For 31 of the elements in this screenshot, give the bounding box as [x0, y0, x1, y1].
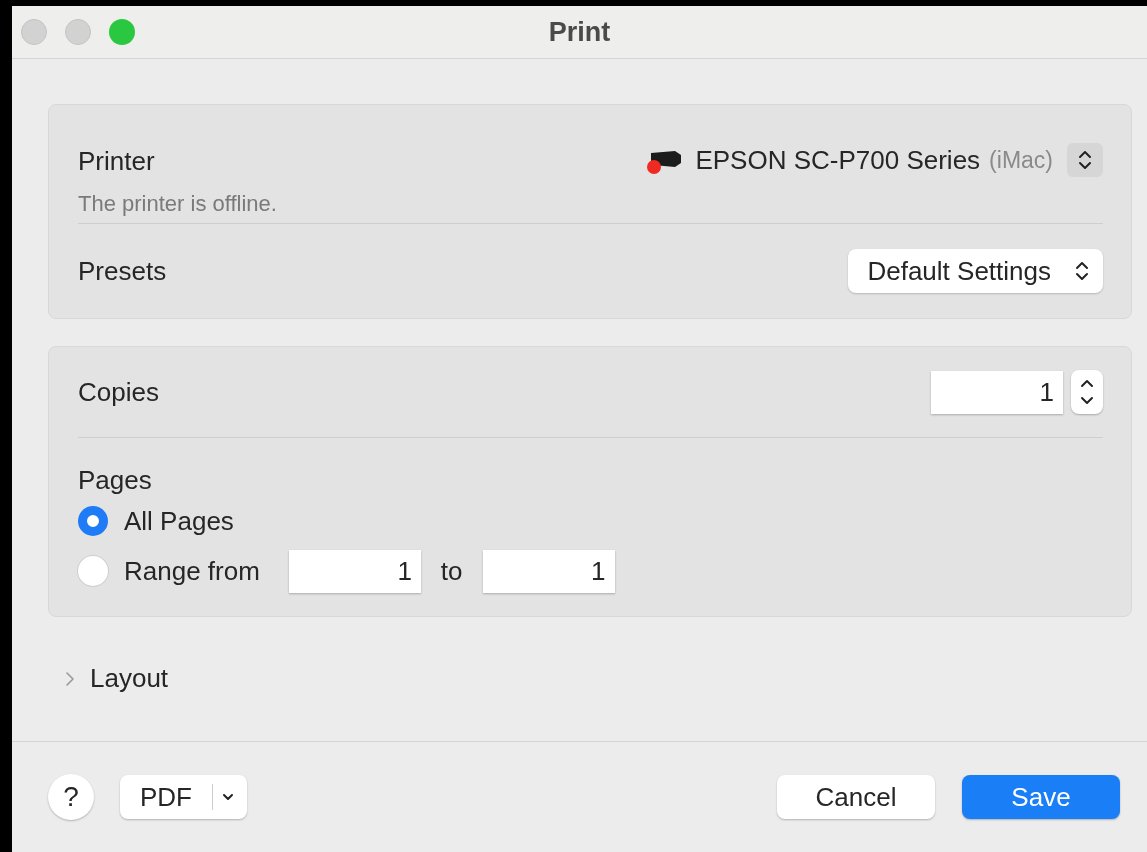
chevron-updown-icon	[1075, 260, 1089, 282]
printer-status: The printer is offline.	[78, 191, 278, 218]
presets-popup[interactable]: Default Settings	[848, 249, 1103, 293]
range-to-label: to	[440, 555, 463, 587]
pages-label: Pages	[78, 465, 152, 496]
range-to-field[interactable]: 1	[482, 549, 615, 593]
save-button[interactable]: Save	[962, 775, 1120, 819]
cancel-button[interactable]: Cancel	[777, 775, 935, 819]
copies-stepper[interactable]	[1071, 370, 1103, 414]
pdf-menu-button[interactable]: PDF	[120, 775, 247, 819]
window-title: Print	[547, 16, 612, 48]
printer-label: Printer	[78, 146, 155, 177]
radio-label: Range from	[124, 555, 260, 587]
printer-host: (iMac)	[989, 146, 1053, 174]
range-from-field[interactable]: 1	[288, 549, 421, 593]
disclosure-chevron-icon	[64, 670, 76, 687]
radio-button[interactable]	[78, 556, 108, 586]
copies-label: Copies	[78, 376, 159, 408]
printer-popup-button[interactable]	[1067, 143, 1103, 177]
close-button[interactable]	[21, 19, 47, 45]
presets-label: Presets	[78, 255, 167, 287]
radio-label: All Pages	[124, 505, 234, 537]
minimize-button[interactable]	[65, 19, 91, 45]
chevron-updown-icon	[1078, 149, 1092, 171]
printer-name: EPSON SC-P700 Series	[695, 144, 981, 176]
help-button[interactable]: ?	[48, 774, 94, 820]
chevron-down-icon	[221, 792, 235, 802]
zoom-button[interactable]	[109, 19, 135, 45]
copies-field[interactable]: 1	[931, 370, 1063, 414]
layout-disclosure[interactable]: Layout	[64, 663, 169, 694]
radio-button[interactable]	[78, 506, 108, 536]
